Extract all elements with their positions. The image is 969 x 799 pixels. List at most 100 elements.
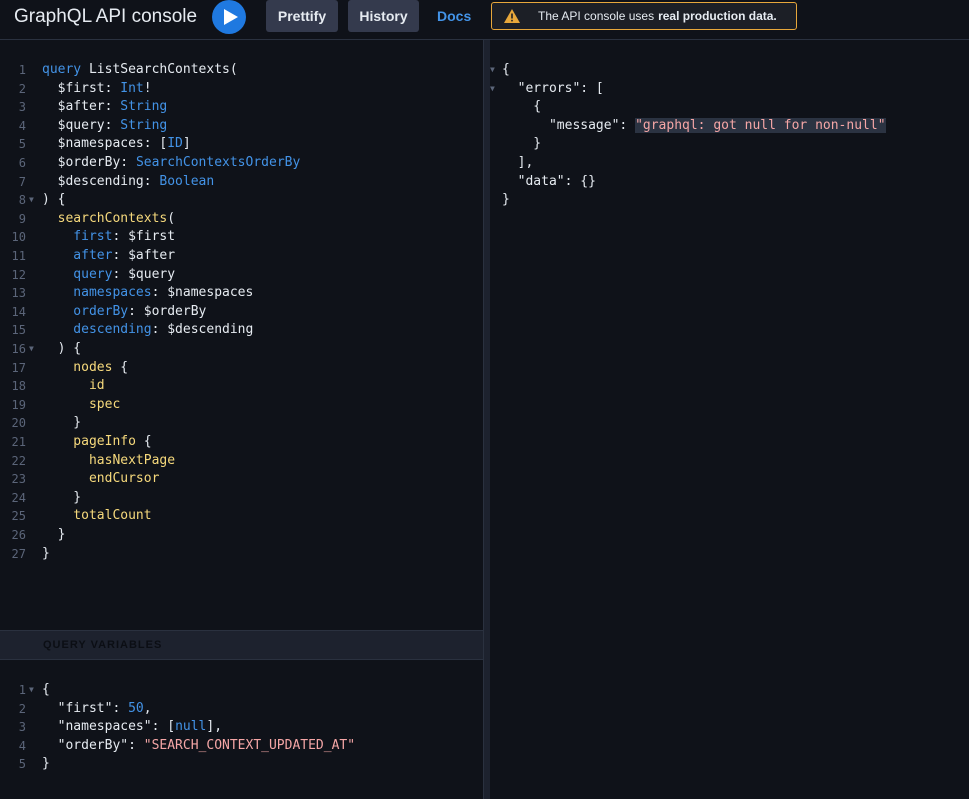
code-line: nodes { (42, 359, 128, 377)
code-token: : (104, 99, 121, 115)
code-line: } (42, 545, 50, 563)
code-line: $after: String (42, 98, 168, 116)
code-token: : (104, 117, 121, 133)
code-token: : {} (564, 173, 596, 189)
code-token: ) { (42, 341, 82, 356)
code-token: } (502, 192, 510, 208)
code-token: namespaces (42, 285, 152, 301)
code-token: searchContexts (42, 210, 168, 226)
line-number: 27 (11, 546, 26, 561)
code-token: : (143, 173, 160, 189)
code-token: : [ (151, 719, 176, 735)
code-token: : (112, 266, 129, 282)
code-token: pageInfo (42, 434, 136, 449)
code-line: "namespaces": [null], (42, 718, 222, 736)
code-token: Int (120, 80, 144, 96)
code-token: String (120, 117, 168, 133)
code-token: $orderBy (143, 303, 207, 319)
code-line: id (42, 377, 105, 395)
code-line: } (42, 414, 81, 432)
code-line: spec (42, 396, 120, 414)
line-number: 24 (11, 490, 26, 505)
code-token: } (502, 136, 542, 152)
code-token: SearchContextsOrderBy (135, 155, 301, 170)
line-number: 8 (18, 193, 26, 208)
code-token: "first" (42, 700, 113, 716)
code-token: String (120, 99, 168, 115)
code-token: "namespaces" (42, 719, 152, 735)
history-button[interactable]: History (348, 0, 419, 32)
code-line: "data": {} (502, 173, 596, 191)
code-line: { (502, 61, 510, 79)
line-number: 10 (11, 230, 26, 245)
line-number: 2 (18, 81, 26, 96)
fold-toggle-icon[interactable]: ▼ (29, 681, 34, 699)
code-line: endCursor (42, 470, 159, 488)
fold-toggle-icon[interactable]: ▼ (490, 61, 495, 79)
warning-text-bold: real production data. (658, 9, 777, 23)
line-number: 23 (11, 472, 26, 487)
code-token: id (42, 378, 105, 394)
line-number: 3 (18, 720, 26, 735)
code-token: totalCount (42, 508, 152, 524)
code-token: } (42, 489, 82, 505)
code-line: { (502, 98, 541, 116)
code-token: query (42, 266, 113, 282)
code-line: } (42, 755, 50, 773)
code-line: "first": 50, (42, 700, 152, 718)
execute-query-button[interactable] (212, 0, 246, 34)
code-token: ], (206, 719, 223, 735)
code-line: searchContexts( (42, 210, 175, 228)
code-token: descending (42, 322, 152, 338)
code-token: $query (128, 266, 176, 282)
query-editor-pane[interactable]: 1 query ListSearchContexts(2 $first: Int!… (0, 40, 484, 799)
code-token: { (502, 62, 510, 77)
fold-toggle-icon[interactable]: ▼ (490, 80, 495, 98)
code-token: nodes (42, 359, 113, 375)
code-token: ], (502, 155, 534, 170)
code-token: : (104, 80, 121, 96)
toolbar: GraphQL API console Prettify History Doc… (0, 0, 969, 40)
code-line: namespaces: $namespaces (42, 284, 253, 302)
line-number: 21 (11, 435, 26, 449)
fold-toggle-icon[interactable]: ▼ (29, 340, 34, 358)
code-token: ) { (42, 192, 66, 208)
code-line: "message": "graphql: got null for non-nu… (502, 117, 886, 135)
code-line: "errors": [ (502, 80, 604, 98)
code-token: $descending (167, 322, 254, 338)
result-pane: ▼ { ▼ "errors": [ { "message": "graphql: g… (484, 40, 969, 799)
code-line: ) { (42, 340, 82, 358)
code-line: ], (502, 154, 534, 172)
line-number: 12 (11, 267, 26, 282)
code-token: $after (128, 248, 176, 263)
code-token: : (112, 229, 129, 245)
fold-toggle-icon[interactable]: ▼ (29, 191, 34, 209)
line-number: 4 (18, 118, 26, 133)
warning-icon (504, 9, 520, 23)
code-token: spec (42, 396, 121, 412)
production-warning-banner: The API console uses real production dat… (491, 2, 797, 30)
line-number: 16 (11, 342, 26, 356)
line-number: 7 (18, 174, 26, 189)
query-variables-header[interactable]: QUERY VARIABLES (0, 630, 483, 660)
line-number: 25 (11, 509, 26, 524)
play-icon (223, 9, 238, 25)
code-token: Boolean (159, 173, 215, 189)
prettify-button[interactable]: Prettify (266, 0, 338, 32)
code-token: $query (42, 117, 105, 133)
code-token: $after (42, 99, 105, 115)
code-line: first: $first (42, 228, 175, 246)
line-number: 20 (11, 416, 26, 431)
code-token: after (42, 248, 113, 263)
line-number: 18 (11, 379, 26, 394)
line-number: 6 (18, 156, 26, 170)
line-number: 5 (18, 137, 26, 152)
code-token: ( (167, 210, 176, 226)
code-token: ListSearchContexts( (81, 62, 238, 77)
code-line: $namespaces: [ID] (42, 135, 191, 153)
code-token: 50 (128, 700, 144, 716)
code-line: } (42, 489, 81, 507)
code-token: $namespaces (167, 285, 254, 301)
code-token: ID (167, 136, 183, 152)
docs-link[interactable]: Docs (437, 8, 471, 24)
